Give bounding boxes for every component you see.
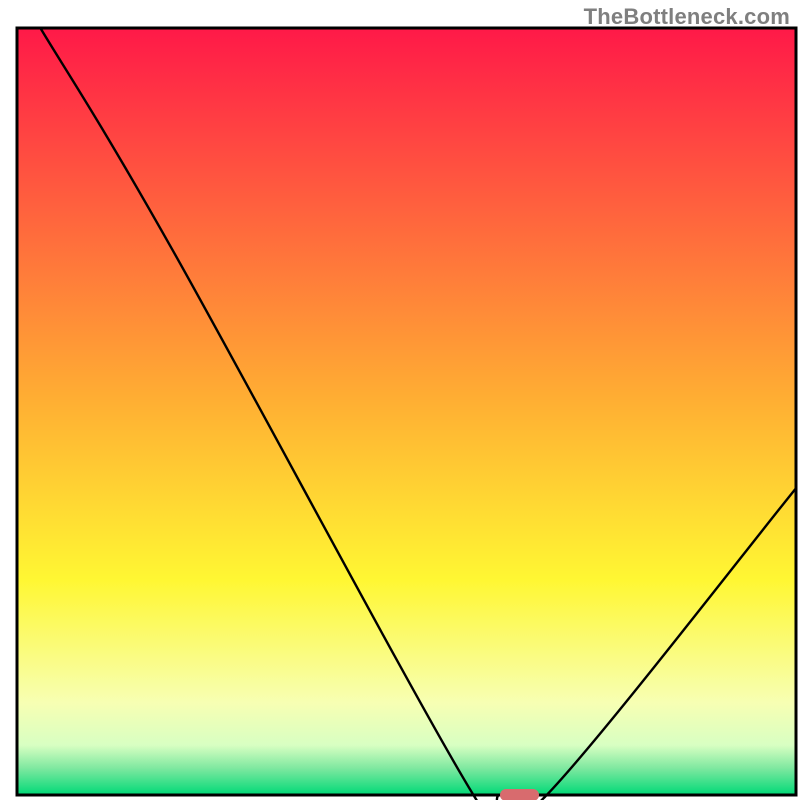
watermark-text: TheBottleneck.com xyxy=(584,4,790,30)
bottleneck-chart: TheBottleneck.com xyxy=(0,0,800,800)
chart-svg xyxy=(0,0,800,800)
plot-area xyxy=(17,28,796,795)
optimal-marker xyxy=(500,789,539,800)
